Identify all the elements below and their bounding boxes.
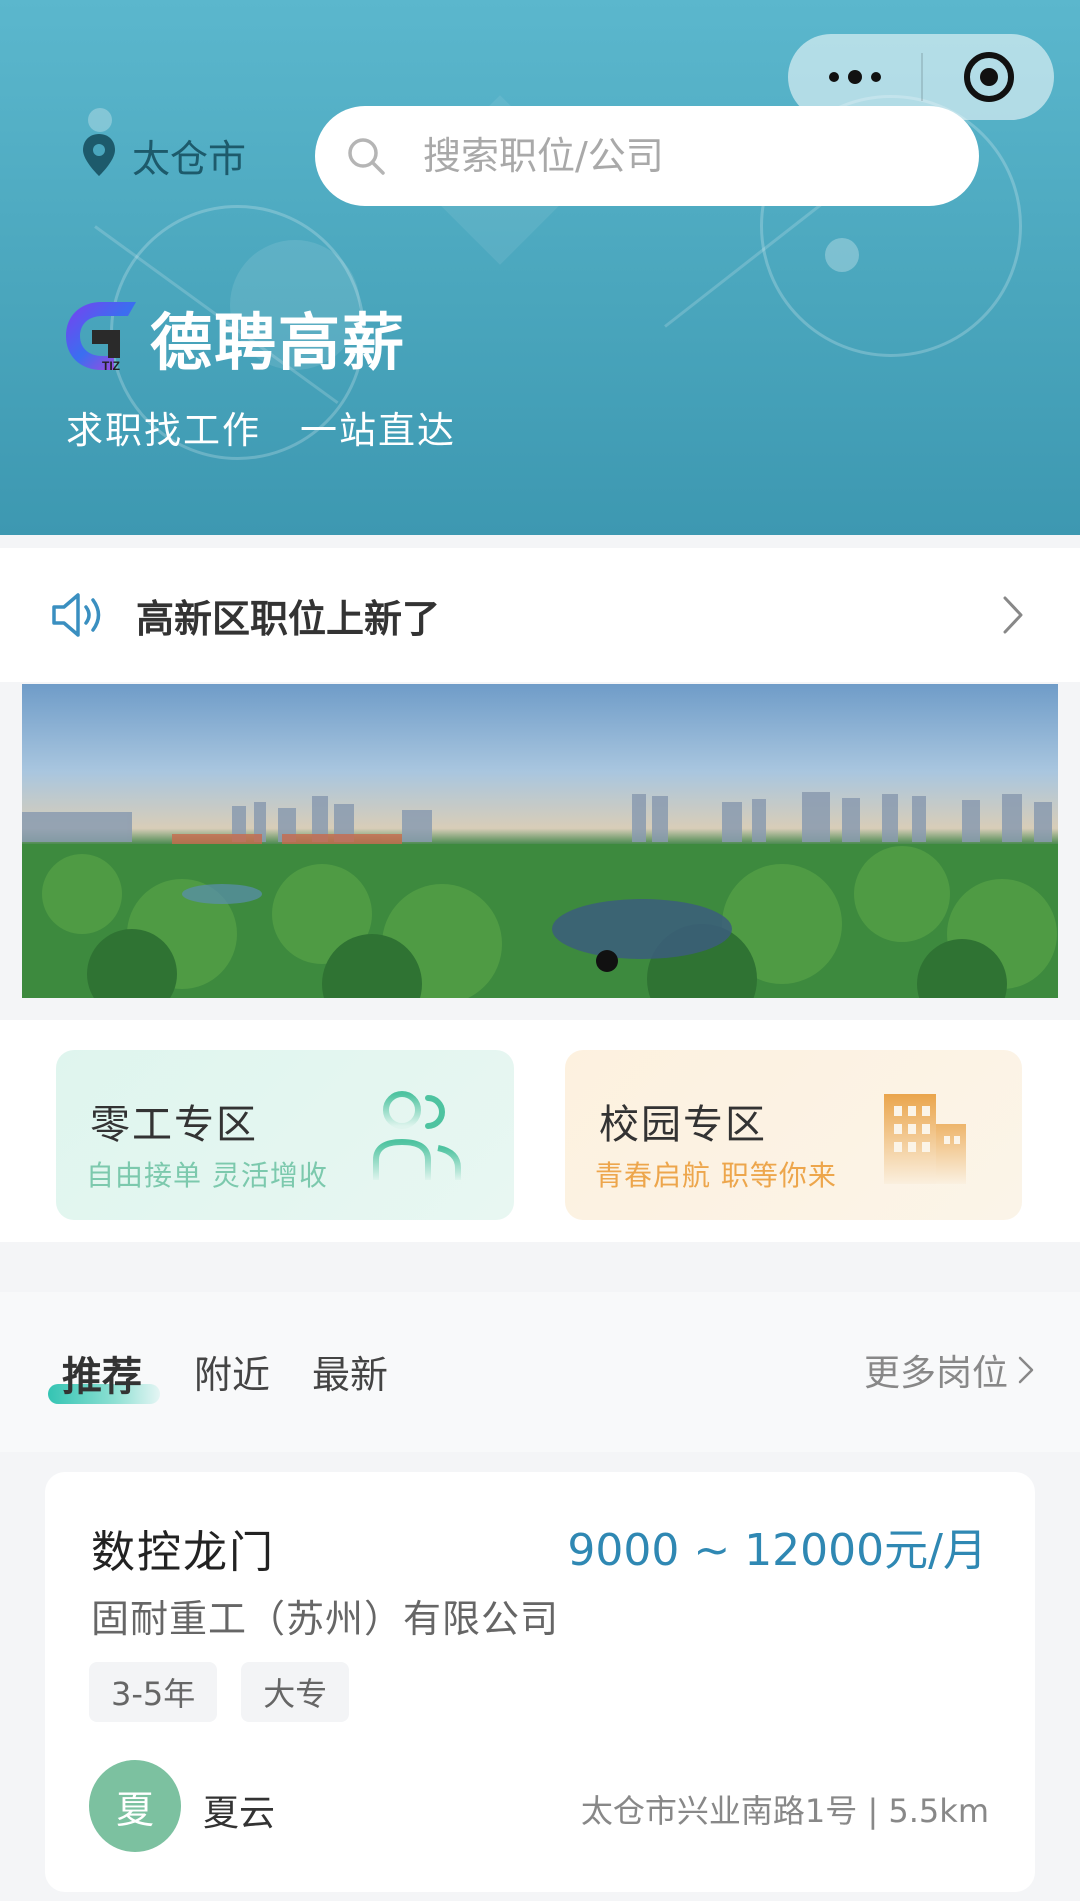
city-label: 太仓市 <box>132 136 247 181</box>
carousel <box>0 682 1080 1020</box>
job-tags: 3-5年 大专 <box>89 1662 350 1722</box>
job-card[interactable]: 数控龙门 9000 ~ 12000元/月 固耐重工（苏州）有限公司 3-5年 大… <box>45 1472 1035 1892</box>
search-icon <box>348 138 385 175</box>
people-icon <box>373 1091 461 1180</box>
avatar: 夏 <box>89 1760 181 1852</box>
more-jobs-link[interactable]: 更多岗位 <box>864 1344 1034 1396</box>
job-salary: 9000 ~ 12000元/月 <box>567 1525 987 1576</box>
city-selector[interactable]: 太仓市 <box>80 130 247 181</box>
tab-latest[interactable]: 最新 <box>312 1344 388 1399</box>
job-title: 数控龙门 <box>91 1527 275 1578</box>
more-jobs-label: 更多岗位 <box>863 1353 1008 1394</box>
carousel-indicator[interactable] <box>596 950 618 972</box>
zone-entries: 零工专区 自由接单 灵活增收 校园专区 青春启航 职等你来 <box>0 1020 1080 1242</box>
brand: TIZ 德聘高薪 <box>62 292 406 382</box>
zone-title: 零工专区 <box>90 1102 258 1148</box>
target-icon[interactable] <box>923 34 1054 120</box>
campus-zone-card[interactable]: 校园专区 青春启航 职等你来 <box>565 1050 1022 1220</box>
speaker-icon <box>52 593 101 637</box>
brand-logo: TIZ <box>66 302 136 373</box>
tag-education: 大专 <box>241 1662 350 1722</box>
company-name: 固耐重工（苏州）有限公司 <box>91 1597 560 1641</box>
zone-subtitle: 青春启航 职等你来 <box>595 1159 837 1192</box>
brand-name: 德聘高薪 <box>150 306 407 379</box>
miniprogram-capsule <box>788 34 1054 120</box>
chevron-right-icon <box>1003 596 1023 634</box>
tab-recommended[interactable]: 推荐 <box>62 1344 142 1402</box>
header-banner: 太仓市 TIZ 德聘高薪 求职找工作 一站直达 <box>0 0 1080 535</box>
location-pin-icon <box>83 134 115 176</box>
notice-bar[interactable]: 高新区职位上新了 <box>0 548 1080 682</box>
job-tabs: 推荐 附近 最新 更多岗位 <box>0 1292 1080 1452</box>
city-skyline-illustration <box>22 792 1058 998</box>
slogan: 求职找工作 一站直达 <box>66 409 456 452</box>
zone-title: 校园专区 <box>599 1102 767 1148</box>
building-icon <box>884 1094 966 1184</box>
search-input[interactable] <box>423 134 923 178</box>
decor-dot <box>825 238 859 272</box>
decor-dot <box>88 108 112 132</box>
recruiter-name: 夏云 <box>203 1793 276 1834</box>
banner-image[interactable] <box>22 684 1058 998</box>
tag-experience: 3-5年 <box>89 1662 218 1722</box>
zone-subtitle: 自由接单 灵活增收 <box>86 1159 328 1192</box>
search-bar[interactable] <box>315 106 979 206</box>
svg-text:TIZ: TIZ <box>102 359 120 373</box>
tab-nearby[interactable]: 附近 <box>194 1344 270 1399</box>
gig-zone-card[interactable]: 零工专区 自由接单 灵活增收 <box>56 1050 514 1220</box>
chevron-right-icon <box>1018 1356 1034 1384</box>
notice-text: 高新区职位上新了 <box>136 596 441 641</box>
more-dots-icon[interactable] <box>788 34 921 120</box>
job-address: 太仓市兴业南路1号 | 5.5km <box>580 1792 989 1830</box>
